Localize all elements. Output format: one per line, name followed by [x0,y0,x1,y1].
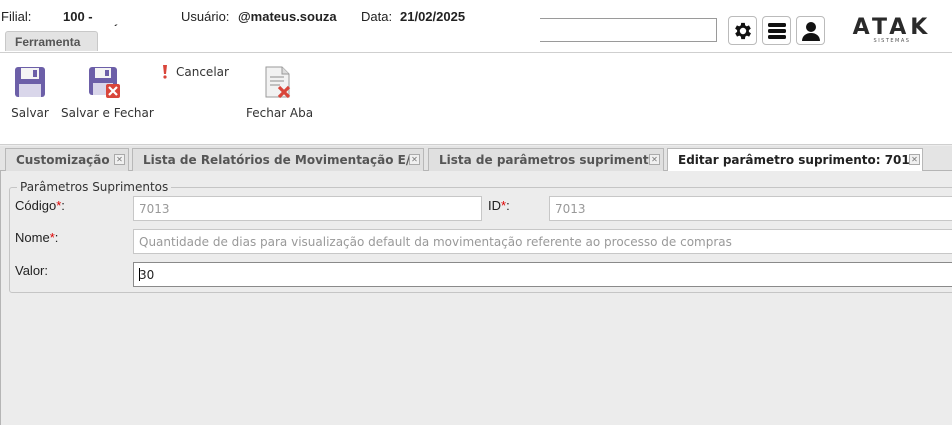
tab-bar: Customização ✕ Lista de Relatórios de Mo… [0,146,952,172]
close-tab-icon[interactable]: ✕ [114,154,125,165]
close-tab-icon[interactable]: ✕ [909,154,920,165]
toolbar: Salvar Salvar e Fechar Cancelar Fechar A… [0,52,952,145]
id-field[interactable]: 7013 [549,196,952,221]
tab-label: Editar parâmetro suprimento: 7013 [678,153,919,167]
codigo-label: Código*: [15,198,65,213]
id-label: ID*: [488,198,510,213]
menu-button[interactable] [762,16,791,45]
save-button[interactable]: Salvar [9,65,51,120]
usuario-label: Usuário: [181,9,230,24]
close-document-icon [265,66,291,99]
gear-icon [734,22,751,39]
user-button[interactable] [796,16,825,45]
tab-customizacao[interactable]: Customização ✕ [5,148,129,171]
usuario-value: @mateus.souza [238,9,337,24]
form-panel: Parâmetros Suprimentos Código*: 7013 ID*… [0,171,952,425]
close-tab-icon[interactable]: ✕ [649,154,660,165]
valor-value: 30 [139,268,155,282]
ribbon-tab-ferramenta[interactable]: Ferramenta [5,31,98,51]
tab-relatorios-movimentacao[interactable]: Lista de Relatórios de Movimentação E/S … [132,148,424,171]
logo-subtext: SISTEMAS [874,38,911,44]
exclamation-icon [163,65,167,79]
atak-logo: ATAK SISTEMAS [838,14,946,44]
fieldset-legend: Parâmetros Suprimentos [17,180,172,194]
logo-text: ATAK [853,15,932,40]
save-label: Salvar [11,106,49,120]
app-header: Filial: 100 - FRIGORÍFICO Usuário: @mate… [0,0,952,52]
valor-label: Valor: [15,263,48,278]
tab-label: Lista de parâmetros suprimento [439,153,657,167]
tab-label: Customização [16,153,110,167]
close-tab-icon[interactable]: ✕ [409,154,420,165]
data-label: Data: [361,9,393,24]
tab-lista-parametros[interactable]: Lista de parâmetros suprimento ✕ [428,148,664,171]
nome-label: Nome*: [15,230,59,245]
search-input[interactable] [540,18,717,42]
close-tab-button[interactable]: Fechar Aba [246,65,314,120]
floppy-disk-icon [15,67,45,97]
nome-field[interactable]: Quantidade de dias para visualização def… [133,229,952,254]
filial-value: 100 - FRIGORÍFICO [63,9,148,26]
save-and-close-button[interactable]: Salvar e Fechar [61,65,154,120]
save-and-close-label: Salvar e Fechar [61,106,154,120]
valor-field[interactable]: 30 [133,262,952,287]
tab-label: Lista de Relatórios de Movimentação E/S [143,153,419,167]
menu-icon [767,22,786,39]
cancel-label: Cancelar [176,65,229,79]
codigo-field[interactable]: 7013 [133,196,482,221]
cancel-button[interactable]: Cancelar [160,65,229,79]
filial-label: Filial: [1,9,32,24]
user-icon [801,21,820,41]
floppy-disk-close-icon [89,67,120,98]
close-tab-label: Fechar Aba [246,106,314,120]
settings-button[interactable] [728,16,757,45]
tab-editar-parametro[interactable]: Editar parâmetro suprimento: 7013 ✕ [667,148,923,172]
data-value: 21/02/2025 [400,9,466,24]
